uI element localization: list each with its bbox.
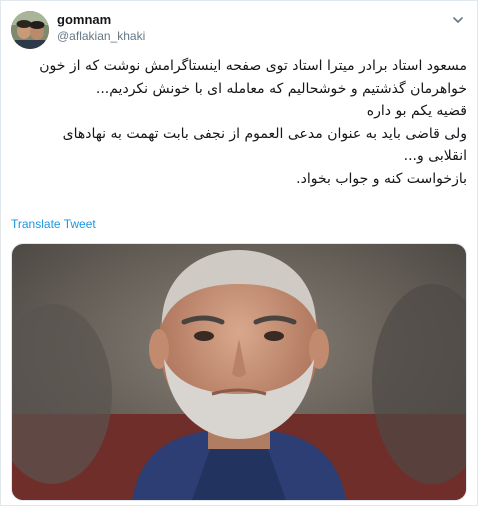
portrait-image xyxy=(12,244,466,500)
tweet-header: gomnam @aflakian_khaki xyxy=(11,9,467,49)
tweet-line: بازخواست کنه و جواب بخواد. xyxy=(296,170,467,187)
tweet-line: ولی قاضی باید به عنوان مدعی العموم از نج… xyxy=(62,125,467,142)
user-handle[interactable]: @aflakian_khaki xyxy=(57,28,145,44)
chevron-down-icon[interactable] xyxy=(451,13,465,27)
tweet-line: خواهرمان گذشتیم و خوشحالیم که معامله ای … xyxy=(95,80,467,97)
tweet-card[interactable]: gomnam @aflakian_khaki مسعود استاد برادر… xyxy=(0,0,478,506)
avatar-image xyxy=(11,11,49,49)
avatar[interactable] xyxy=(11,11,49,49)
tweet-photo[interactable] xyxy=(11,243,467,501)
translate-tweet-link[interactable]: Translate Tweet xyxy=(11,217,96,231)
tweet-text: مسعود استاد برادر میترا استاد توی صفحه ا… xyxy=(11,55,467,190)
tweet-line: قضیه یکم بو داره xyxy=(366,103,467,119)
tweet-line: انقلابی و... xyxy=(403,148,467,164)
display-name[interactable]: gomnam xyxy=(57,12,145,28)
tweet-line: مسعود استاد برادر میترا استاد توی صفحه ا… xyxy=(39,58,467,74)
user-names: gomnam @aflakian_khaki xyxy=(57,12,145,44)
